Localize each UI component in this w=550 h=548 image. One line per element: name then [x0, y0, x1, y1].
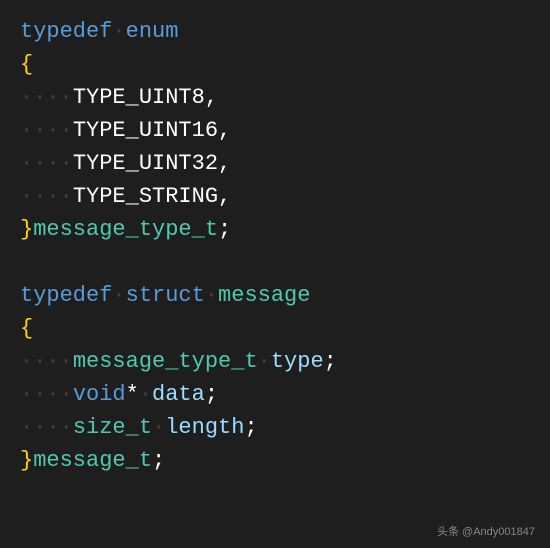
- type-name: message: [218, 283, 310, 308]
- code-line-6: ····TYPE_STRING,: [20, 180, 530, 213]
- code-line-9: typedef·struct·message: [20, 279, 530, 312]
- enum-value: TYPE_STRING: [73, 184, 218, 209]
- enum-value: TYPE_UINT16: [73, 118, 218, 143]
- indent: ····: [20, 85, 73, 110]
- comma: ,: [218, 184, 231, 209]
- comma: ,: [218, 151, 231, 176]
- whitespace: ·: [152, 415, 165, 440]
- pointer: *: [126, 382, 139, 407]
- semicolon: ;: [205, 382, 218, 407]
- whitespace: ·: [112, 283, 125, 308]
- variable: length: [165, 415, 244, 440]
- comma: ,: [205, 85, 218, 110]
- code-line-3: ····TYPE_UINT8,: [20, 81, 530, 114]
- type-name: message_type_t: [33, 217, 218, 242]
- close-brace: }: [20, 217, 33, 242]
- code-line-5: ····TYPE_UINT32,: [20, 147, 530, 180]
- code-line-12: ····void*·data;: [20, 378, 530, 411]
- code-editor[interactable]: typedef·enum { ····TYPE_UINT8, ····TYPE_…: [20, 15, 530, 477]
- indent: ····: [20, 151, 73, 176]
- semicolon: ;: [244, 415, 257, 440]
- whitespace: ·: [258, 349, 271, 374]
- whitespace: ·: [139, 382, 152, 407]
- enum-value: TYPE_UINT8: [73, 85, 205, 110]
- whitespace: ·: [112, 19, 125, 44]
- type-name: size_t: [73, 415, 152, 440]
- code-line-4: ····TYPE_UINT16,: [20, 114, 530, 147]
- indent: ····: [20, 118, 73, 143]
- enum-value: TYPE_UINT32: [73, 151, 218, 176]
- code-line-2: {: [20, 48, 530, 81]
- code-line-8: [20, 246, 530, 279]
- semicolon: ;: [324, 349, 337, 374]
- type-name: message_type_t: [73, 349, 258, 374]
- indent: ····: [20, 349, 73, 374]
- variable: data: [152, 382, 205, 407]
- comma: ,: [218, 118, 231, 143]
- close-brace: }: [20, 448, 33, 473]
- indent: ····: [20, 184, 73, 209]
- open-brace: {: [20, 52, 33, 77]
- keyword-struct: struct: [126, 283, 205, 308]
- code-line-13: ····size_t·length;: [20, 411, 530, 444]
- type-name: message_t: [33, 448, 152, 473]
- keyword-enum: enum: [126, 19, 179, 44]
- open-brace: {: [20, 316, 33, 341]
- semicolon: ;: [218, 217, 231, 242]
- whitespace: ·: [205, 283, 218, 308]
- code-line-7: }message_type_t;: [20, 213, 530, 246]
- code-line-1: typedef·enum: [20, 15, 530, 48]
- watermark: 头条 @Andy001847: [437, 524, 535, 541]
- keyword-typedef: typedef: [20, 19, 112, 44]
- keyword-typedef: typedef: [20, 283, 112, 308]
- code-line-10: {: [20, 312, 530, 345]
- indent: ····: [20, 382, 73, 407]
- code-line-11: ····message_type_t·type;: [20, 345, 530, 378]
- code-line-14: }message_t;: [20, 444, 530, 477]
- semicolon: ;: [152, 448, 165, 473]
- variable: type: [271, 349, 324, 374]
- keyword-void: void: [73, 382, 126, 407]
- indent: ····: [20, 415, 73, 440]
